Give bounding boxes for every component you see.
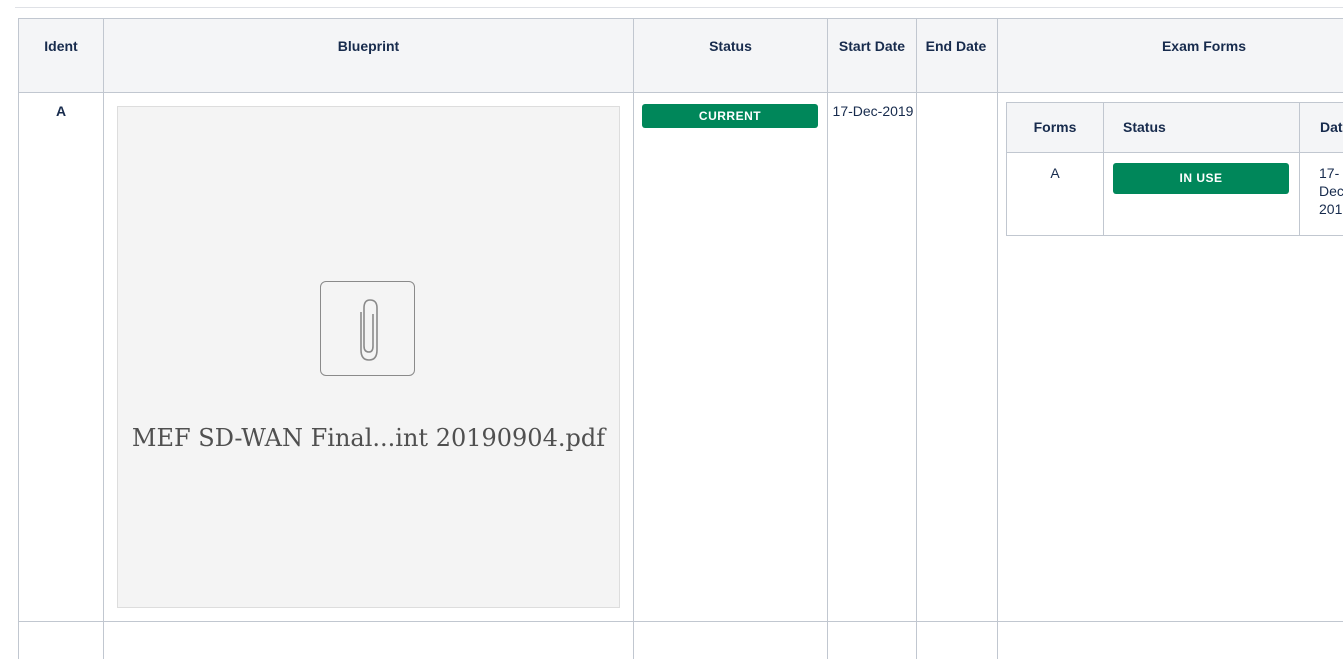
page-top-divider [15,7,1343,8]
blueprint-file-name[interactable]: MEF SD-WAN Final...int 20190904.pdf [117,424,620,452]
exam-form-ident: A [1050,165,1060,181]
table-border [18,18,1343,19]
table-border [827,18,828,659]
exam-form-date: 17-Dec-2019 [1319,165,1343,217]
column-header-ident: Ident [44,38,78,54]
row-ident: A [55,103,67,119]
status-badge-in-use: IN USE [1113,163,1289,194]
table-border [1006,235,1343,236]
column-header-start-date: Start Date [838,38,906,54]
row-start-date: 17-Dec-2019 [832,103,914,119]
table-border [1103,102,1104,236]
status-badge-current: CURRENT [642,104,818,128]
column-header-blueprint: Blueprint [337,38,400,54]
table-border [916,18,917,659]
paperclip-icon [320,281,415,376]
table-border [1006,152,1343,153]
table-border [18,92,1343,93]
table-border [633,18,634,659]
column-header-end-date: End Date [925,38,987,54]
table-border [1299,102,1300,236]
exam-forms-header-date: Date [1320,119,1343,135]
table-border [103,18,104,659]
exam-forms-header-status: Status [1123,119,1166,135]
table-border [18,621,1343,622]
table-border [1006,102,1343,103]
column-header-status: Status [709,38,752,54]
table-header-row [18,18,1343,92]
table-border [997,18,998,659]
exam-forms-header-forms: Forms [1033,119,1077,135]
column-header-exam-forms: Exam Forms [1161,38,1247,54]
